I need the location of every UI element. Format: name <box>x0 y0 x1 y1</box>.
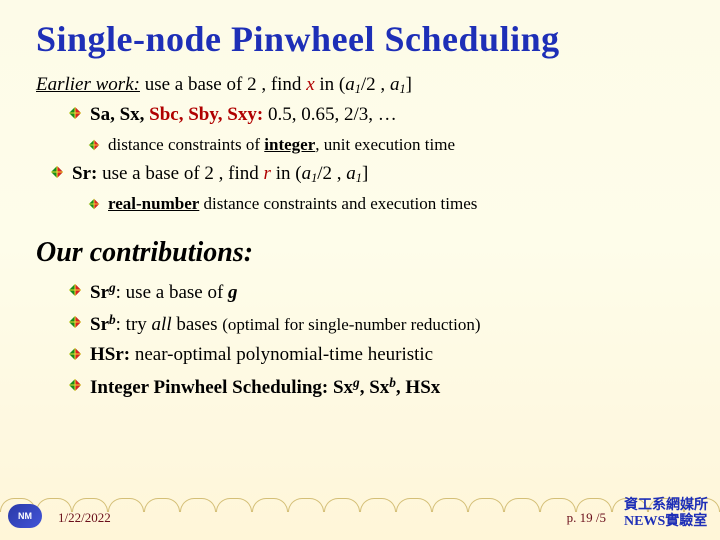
lab-line2: NEWS實驗室 <box>624 514 708 530</box>
sa-red: Sbc, Sby, Sxy: <box>149 104 263 125</box>
earlier-text-b: in ( <box>315 74 346 95</box>
srb-h: Sr <box>90 314 109 335</box>
sr-close: ] <box>362 163 368 184</box>
real-b: distance constraints and execution times <box>199 194 477 213</box>
slide: Single-node Pinwheel Scheduling Earlier … <box>0 0 720 540</box>
int-b: b <box>389 375 396 390</box>
contrib-integer: Integer Pinwheel Scheduling: Sxg, Sxb, H… <box>68 374 692 400</box>
contrib-srb: Srb: try all bases (optimal for single-n… <box>68 311 692 337</box>
srb-paren: (optimal for single-number reduction) <box>222 315 480 334</box>
a1: a <box>345 74 355 95</box>
earlier-work-line: Earlier work: use a base of 2 , find x i… <box>36 74 692 97</box>
int-h: Integer Pinwheel Scheduling: Sx <box>90 377 353 398</box>
lab-logo-icon: NM <box>8 504 42 528</box>
srb-sup: b <box>109 312 116 327</box>
sr-b: in ( <box>271 163 302 184</box>
sr-c: /2 , <box>317 163 346 184</box>
srb-text: Srb: try all bases (optimal for single-n… <box>90 311 481 337</box>
diamond-bullet-icon <box>68 378 90 392</box>
sa-text: Sa, Sx, Sbc, Sby, Sxy: 0.5, 0.65, 2/3, … <box>90 103 397 128</box>
sr-a2: a <box>346 163 356 184</box>
sr-r: r <box>264 163 271 184</box>
diamond-bullet-icon <box>68 106 90 120</box>
diamond-bullet-icon <box>88 139 108 151</box>
int-g: g <box>353 375 360 390</box>
hsr-a: near-optimal polynomial-time heuristic <box>130 344 433 365</box>
srb-a: : try <box>116 314 152 335</box>
srg-g: g <box>228 282 238 303</box>
bullet-sr: Sr: use a base of 2 , find r in (a1/2 , … <box>50 162 692 187</box>
earlier-text-a: use a base of 2 , find <box>140 74 306 95</box>
footer-lab: 資工系網媒所 NEWS實驗室 <box>624 498 708 530</box>
footer-page: p. 19 /5 <box>567 510 606 526</box>
diamond-bullet-icon <box>68 315 90 329</box>
srb-b: bases <box>172 314 223 335</box>
sr-lead: Sr: <box>72 163 97 184</box>
earlier-x: x <box>306 74 314 95</box>
earlier-label: Earlier work: <box>36 74 140 95</box>
contrib-srg: Srg: use a base of g <box>68 279 692 305</box>
hsr-h: HSr: <box>90 344 130 365</box>
sr-a: use a base of 2 , find <box>97 163 263 184</box>
int-text: Integer Pinwheel Scheduling: Sxg, Sxb, H… <box>90 374 440 400</box>
dist-c: , unit execution time <box>315 135 455 154</box>
dist-a: distance constraints of <box>108 135 264 154</box>
srg-text: Srg: use a base of g <box>90 279 238 305</box>
contributions-heading: Our contributions: <box>36 237 692 269</box>
dist-int-text: distance constraints of integer, unit ex… <box>108 134 455 156</box>
sr-text: Sr: use a base of 2 , find r in (a1/2 , … <box>72 162 368 187</box>
sa-lead: Sa, Sx, <box>90 104 149 125</box>
diamond-bullet-icon <box>88 198 108 210</box>
bullet-real-number: real-number distance constraints and exe… <box>88 193 692 215</box>
diamond-bullet-icon <box>50 165 72 179</box>
srg-a: : use a base of <box>116 282 228 303</box>
diamond-bullet-icon <box>68 283 90 297</box>
dist-b: integer <box>264 135 315 154</box>
contrib-hsr: HSr: near-optimal polynomial-time heuris… <box>68 343 692 367</box>
sa-vals: 0.5, 0.65, 2/3, … <box>263 104 397 125</box>
diamond-bullet-icon <box>68 347 90 361</box>
srg-h: Sr <box>90 282 109 303</box>
bullet-sa: Sa, Sx, Sbc, Sby, Sxy: 0.5, 0.65, 2/3, … <box>68 103 692 128</box>
footer-date: 1/22/2022 <box>58 510 111 526</box>
real-text: real-number distance constraints and exe… <box>108 193 477 215</box>
bullet-dist-integer: distance constraints of integer, unit ex… <box>88 134 692 156</box>
sr-a1: a <box>302 163 312 184</box>
earlier-close: ] <box>406 74 412 95</box>
srb-all: all <box>152 314 172 335</box>
a2: a <box>390 74 400 95</box>
slide-title: Single-node Pinwheel Scheduling <box>36 18 692 60</box>
srg-sup: g <box>109 280 116 295</box>
earlier-text-c: /2 , <box>361 74 390 95</box>
real-a: real-number <box>108 194 199 213</box>
hsr-text: HSr: near-optimal polynomial-time heuris… <box>90 343 433 367</box>
lab-line1: 資工系網媒所 <box>624 498 708 514</box>
int-sep: , Sx <box>360 377 390 398</box>
footer: NM 1/22/2022 p. 19 /5 資工系網媒所 NEWS實驗室 <box>0 492 720 532</box>
int-tail: , HSx <box>396 377 440 398</box>
